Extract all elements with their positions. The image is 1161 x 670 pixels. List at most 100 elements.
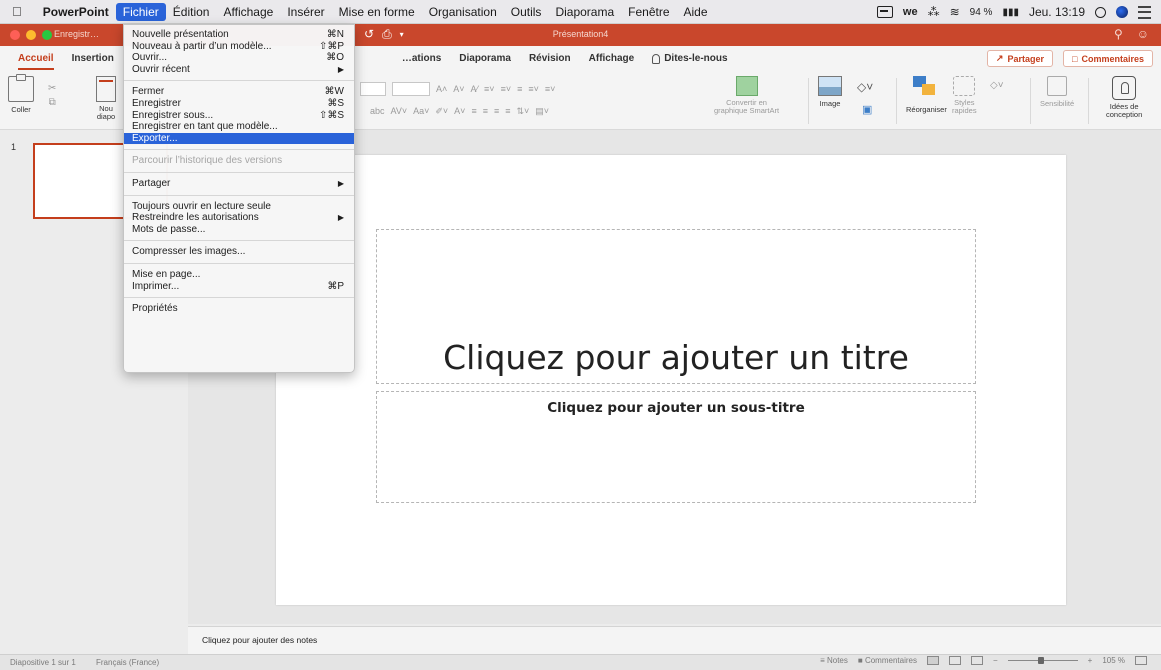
tab-insertion[interactable]: Insertion bbox=[63, 46, 123, 72]
textbox-button[interactable]: ▣ bbox=[862, 103, 872, 116]
zoom-slider-handle[interactable] bbox=[1037, 657, 1044, 664]
text-direction-icon[interactable]: ⇅˅ bbox=[517, 106, 530, 117]
font-color-icon[interactable]: A˅ bbox=[454, 106, 465, 116]
new-slide-button[interactable]: Nou diapo bbox=[96, 76, 116, 121]
file-menu-item[interactable]: Nouvelle présentation ⌘N bbox=[124, 29, 354, 41]
zoom-out-icon[interactable]: − bbox=[993, 656, 998, 665]
line-spacing-icon[interactable]: ≡˅ bbox=[528, 84, 539, 94]
slide-canvas[interactable]: Cliquez pour ajouter un titre Cliquez po… bbox=[276, 155, 1066, 605]
char-spacing-icon[interactable]: AV˅ bbox=[391, 106, 408, 116]
file-menu-item[interactable]: Partager ▶ bbox=[124, 178, 354, 190]
file-menu-item[interactable]: Propriétés bbox=[124, 303, 354, 315]
file-menu-item[interactable]: Imprimer... ⌘P bbox=[124, 281, 354, 293]
tab-revision[interactable]: Révision bbox=[520, 46, 580, 72]
menu-outils[interactable]: Outils bbox=[504, 3, 549, 21]
file-menu-item[interactable]: Ouvrir récent ▶ bbox=[124, 64, 354, 76]
design-ideas-button[interactable]: Idées de conception bbox=[1106, 76, 1142, 119]
font-size-box[interactable] bbox=[392, 82, 430, 96]
justify-icon[interactable]: ≡ bbox=[505, 106, 510, 116]
smartart-label: Convertir en graphique SmartArt bbox=[714, 98, 780, 115]
menu-aide[interactable]: Aide bbox=[677, 3, 715, 21]
align-text-icon[interactable]: ▤˅ bbox=[535, 106, 549, 117]
zoom-level[interactable]: 105 % bbox=[1102, 656, 1125, 665]
tab-affichage[interactable]: Affichage bbox=[580, 46, 644, 72]
strikethrough-icon[interactable]: abc bbox=[370, 106, 385, 116]
change-case-icon[interactable]: Aa˅ bbox=[413, 106, 429, 116]
image-button[interactable]: Image bbox=[818, 76, 842, 108]
account-icon[interactable]: ☺ bbox=[1137, 27, 1149, 41]
tell-me-search[interactable]: Dites-le-nous bbox=[643, 46, 736, 72]
menu-app-name[interactable]: PowerPoint bbox=[36, 3, 116, 21]
file-menu-item[interactable]: Ouvrir... ⌘O bbox=[124, 52, 354, 64]
screen-mirror-icon[interactable] bbox=[876, 6, 893, 18]
spotlight-search-icon[interactable] bbox=[1095, 6, 1106, 18]
menu-fenetre[interactable]: Fenêtre bbox=[621, 3, 676, 21]
comments-button[interactable]: □ Commentaires bbox=[1063, 50, 1153, 67]
font-name-box[interactable] bbox=[360, 82, 386, 96]
tab-animations[interactable]: …ations bbox=[393, 46, 450, 72]
menu-edition[interactable]: Édition bbox=[166, 3, 217, 21]
menu-fichier[interactable]: Fichier bbox=[115, 2, 166, 21]
menu-diaporama[interactable]: Diaporama bbox=[548, 3, 621, 21]
file-menu-item[interactable]: Restreindre les autorisations ▶ bbox=[124, 212, 354, 224]
file-menu-item-label: Nouveau à partir d’un modèle... bbox=[132, 40, 272, 52]
language-indicator[interactable]: Français (France) bbox=[96, 658, 159, 667]
shape-fill-buttons[interactable]: ◇˅ bbox=[990, 80, 1004, 91]
tab-accueil[interactable]: Accueil bbox=[9, 46, 63, 72]
extension-icon[interactable]: we bbox=[903, 6, 918, 18]
file-menu-item[interactable]: Compresser les images... bbox=[124, 246, 354, 258]
sensitivity-button[interactable]: Sensibilité bbox=[1040, 76, 1074, 108]
comments-toggle[interactable]: ■ Commentaires bbox=[858, 656, 917, 665]
reading-view-icon[interactable] bbox=[970, 656, 983, 665]
file-menu-item[interactable]: Exporter... bbox=[124, 132, 354, 145]
fit-to-window-icon[interactable] bbox=[1135, 656, 1147, 665]
shapes-button[interactable]: ◇˅ bbox=[857, 80, 873, 94]
menu-inserer[interactable]: Insérer bbox=[280, 3, 331, 21]
align-left-icon[interactable]: ≡ bbox=[471, 106, 476, 116]
file-menu-item[interactable]: Toujours ouvrir en lecture seule bbox=[124, 201, 354, 213]
shrink-font-icon[interactable]: A˅ bbox=[453, 84, 464, 94]
quick-styles-button[interactable]: Styles rapides bbox=[952, 76, 977, 115]
wifi-icon[interactable]: ≋ bbox=[950, 5, 960, 19]
normal-view-icon[interactable] bbox=[926, 656, 939, 665]
grow-font-icon[interactable]: A˄ bbox=[436, 84, 447, 94]
indent-icon[interactable]: ≡ bbox=[517, 84, 522, 94]
apple-icon[interactable]:  bbox=[12, 4, 22, 19]
file-menu-item[interactable]: Enregistrer en tant que modèle... bbox=[124, 121, 354, 133]
menu-mise-en-forme[interactable]: Mise en forme bbox=[332, 3, 422, 21]
notes-pane[interactable]: Cliquez pour ajouter des notes bbox=[188, 626, 1161, 654]
align-center-icon[interactable]: ≡ bbox=[483, 106, 488, 116]
menu-organisation[interactable]: Organisation bbox=[422, 3, 504, 21]
file-menu-item[interactable]: Nouveau à partir d’un modèle... ⇧⌘P bbox=[124, 41, 354, 53]
zoom-slider[interactable] bbox=[1007, 657, 1078, 664]
paste-button[interactable]: Coller bbox=[8, 74, 34, 114]
clock[interactable]: Jeu. 13:19 bbox=[1029, 5, 1085, 19]
columns-icon[interactable]: ≡˅ bbox=[545, 84, 556, 94]
subtitle-placeholder[interactable]: Cliquez pour ajouter un sous-titre bbox=[376, 391, 976, 503]
menu-affichage[interactable]: Affichage bbox=[216, 3, 280, 21]
arrange-button[interactable]: Réorganiser bbox=[906, 76, 947, 114]
convert-smartart-button[interactable]: Convertir en graphique SmartArt bbox=[714, 76, 779, 115]
battery-icon[interactable]: ▮▮▮ bbox=[1002, 7, 1019, 18]
numbering-icon[interactable]: ≡˅ bbox=[501, 84, 512, 94]
highlight-icon[interactable]: ✐˅ bbox=[435, 106, 448, 117]
tab-diaporama[interactable]: Diaporama bbox=[450, 46, 520, 72]
bullets-icon[interactable]: ≡˅ bbox=[484, 84, 495, 94]
bluetooth-icon[interactable]: ⁂ bbox=[928, 5, 940, 19]
siri-icon[interactable] bbox=[1116, 6, 1128, 18]
cut-copy-format-buttons[interactable]: ✂ ⧉ bbox=[48, 82, 56, 110]
title-placeholder[interactable]: Cliquez pour ajouter un titre bbox=[376, 229, 976, 384]
slide-sorter-view-icon[interactable] bbox=[948, 656, 961, 665]
search-icon[interactable]: ⚲ bbox=[1114, 27, 1123, 41]
clear-format-icon[interactable]: A⁄ bbox=[471, 84, 479, 94]
file-menu-item[interactable]: Mise en page... bbox=[124, 269, 354, 281]
file-menu-item[interactable]: Enregistrer ⌘S bbox=[124, 98, 354, 110]
align-right-icon[interactable]: ≡ bbox=[494, 106, 499, 116]
file-menu-item[interactable]: Fermer ⌘W bbox=[124, 86, 354, 98]
file-menu-item[interactable]: Mots de passe... bbox=[124, 224, 354, 236]
file-menu-item[interactable]: Enregistrer sous... ⇧⌘S bbox=[124, 110, 354, 122]
notes-toggle[interactable]: ≡ Notes bbox=[820, 656, 848, 665]
zoom-in-icon[interactable]: + bbox=[1088, 656, 1093, 665]
notification-center-icon[interactable] bbox=[1138, 5, 1151, 19]
share-button[interactable]: ↗ Partager bbox=[986, 50, 1053, 67]
